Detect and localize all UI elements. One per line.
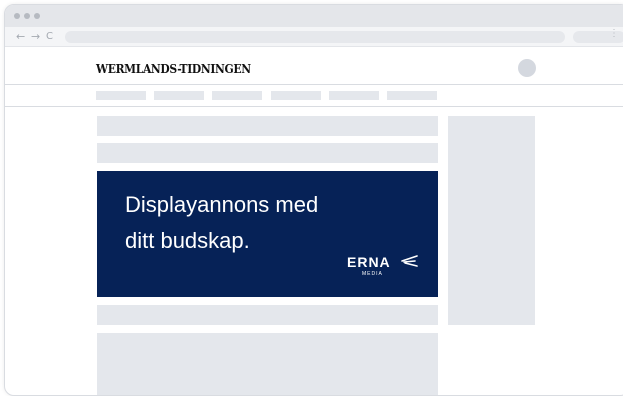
brand-subtitle: MEDIA (362, 271, 383, 277)
back-arrow-icon[interactable]: ← (16, 30, 25, 44)
display-ad[interactable]: Displayannons med ditt budskap. ERNA MED… (97, 171, 438, 297)
reload-icon[interactable]: C (46, 30, 53, 44)
nav-item-placeholder[interactable] (329, 91, 379, 100)
address-bar[interactable] (65, 31, 565, 43)
window-close-dot[interactable] (14, 13, 20, 19)
site-nav (5, 85, 623, 107)
content-placeholder (97, 333, 438, 395)
nav-item-placeholder[interactable] (154, 91, 204, 100)
ad-headline-line-2: ditt budskap. (125, 228, 250, 253)
brand-name: ERNA (347, 254, 391, 270)
forward-arrow-icon[interactable]: → (31, 30, 40, 44)
site-header: WERMLANDS-TIDNINGEN (5, 48, 623, 85)
nav-item-placeholder[interactable] (387, 91, 437, 100)
content-placeholder (97, 305, 438, 325)
ad-headline-line-1: Displayannons med (125, 192, 319, 217)
sidebar-placeholder (448, 116, 535, 325)
browser-toolbar: ← → C ⋮ (5, 27, 623, 47)
user-avatar[interactable] (518, 59, 536, 77)
browser-window: ← → C ⋮ WERMLANDS-TIDNINGEN Displayannon… (4, 4, 623, 396)
browser-titlebar (5, 5, 623, 27)
nav-item-placeholder[interactable] (96, 91, 146, 100)
window-maximize-dot[interactable] (34, 13, 40, 19)
wing-icon (401, 255, 418, 267)
site-logo[interactable]: WERMLANDS-TIDNINGEN (96, 61, 251, 76)
nav-item-placeholder[interactable] (212, 91, 262, 100)
window-minimize-dot[interactable] (24, 13, 30, 19)
erna-media-logo: ERNA MEDIA (347, 254, 427, 280)
content-placeholder (97, 143, 438, 163)
kebab-menu-icon[interactable]: ⋮ (609, 28, 619, 39)
browser-menu-area[interactable]: ⋮ (573, 28, 623, 43)
nav-item-placeholder[interactable] (271, 91, 321, 100)
content-placeholder (97, 116, 438, 136)
